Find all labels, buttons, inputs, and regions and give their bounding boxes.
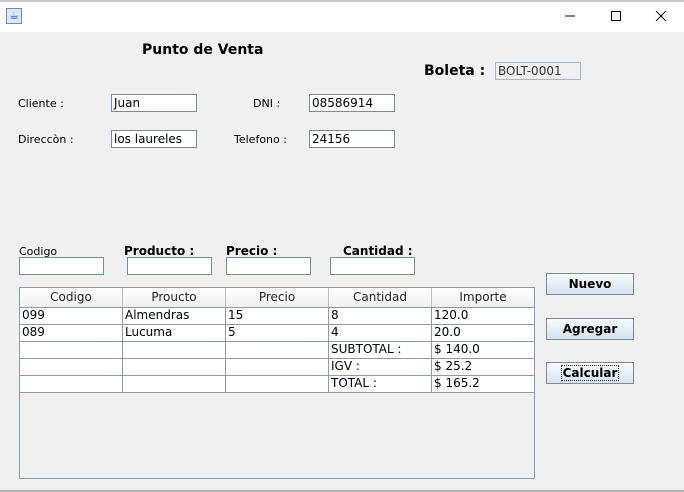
column-header-codigo[interactable]: Codigo [20,288,123,307]
calcular-button[interactable]: Calcular [546,362,634,384]
minimize-button[interactable] [547,0,593,32]
cantidad-field[interactable] [330,257,415,275]
table-cell[interactable]: 4 [329,325,432,341]
telefono-field[interactable]: 24156 [309,130,395,148]
column-header-cantidad[interactable]: Cantidad [329,288,432,307]
producto-field[interactable] [127,257,212,275]
java-app-icon: ☕ [6,8,22,24]
direccion-field[interactable]: los laureles [111,130,197,148]
table-cell[interactable] [226,376,329,392]
dni-label: DNI : [253,97,281,110]
column-header-importe[interactable]: Importe [432,288,534,307]
page-title: Punto de Venta [142,42,264,58]
close-button[interactable] [638,0,684,32]
table-cell[interactable]: $ 165.2 [432,376,534,392]
table-row[interactable]: 099 Almendras 15 8 120.0 [20,308,534,325]
boleta-label: Boleta : [424,63,486,79]
table-cell[interactable] [123,376,226,392]
table-body: 099 Almendras 15 8 120.0 089 Lucuma 5 4 … [20,308,534,393]
table-cell[interactable] [226,359,329,375]
table-cell[interactable]: IGV : [329,359,432,375]
agregar-button[interactable]: Agregar [546,318,634,340]
table-cell[interactable]: 5 [226,325,329,341]
calcular-button-label: Calcular [560,365,620,381]
close-icon [655,10,667,22]
table-cell[interactable]: 15 [226,308,329,324]
table-row[interactable]: TOTAL : $ 165.2 [20,376,534,393]
table-cell[interactable]: SUBTOTAL : [329,342,432,358]
direccion-label: Direccòn : [18,133,74,146]
table-cell[interactable]: Almendras [123,308,226,324]
table-row[interactable]: IGV : $ 25.2 [20,359,534,376]
dni-field[interactable]: 08586914 [309,94,395,112]
table-cell[interactable] [123,359,226,375]
maximize-button[interactable] [593,0,639,32]
table-cell[interactable]: 099 [20,308,123,324]
table-cell[interactable]: $ 25.2 [432,359,534,375]
nuevo-button-label: Nuevo [568,277,612,291]
table-cell[interactable]: Lucuma [123,325,226,341]
table-cell[interactable]: 120.0 [432,308,534,324]
cliente-label: Cliente : [18,97,64,110]
column-header-precio[interactable]: Precio [226,288,329,307]
table-cell[interactable] [20,376,123,392]
telefono-label: Telefono : [234,133,287,146]
column-header-producto[interactable]: Proucto [123,288,226,307]
maximize-icon [611,11,621,21]
table-cell[interactable]: $ 140.0 [432,342,534,358]
table-cell[interactable]: TOTAL : [329,376,432,392]
table-cell[interactable] [226,342,329,358]
table-cell[interactable] [20,342,123,358]
table-cell[interactable]: 20.0 [432,325,534,341]
table-row[interactable]: SUBTOTAL : $ 140.0 [20,342,534,359]
cliente-field[interactable]: Juan [111,94,197,112]
cantidad-label: Cantidad : [343,244,413,258]
table-header: Codigo Proucto Precio Cantidad Importe [20,288,534,308]
codigo-field[interactable] [19,257,104,275]
minimize-icon [565,15,575,17]
precio-label: Precio : [226,244,278,258]
nuevo-button[interactable]: Nuevo [546,273,634,295]
table-cell[interactable] [123,342,226,358]
table-cell[interactable]: 8 [329,308,432,324]
precio-field[interactable] [226,257,311,275]
content-pane: Punto de Venta Boleta : BOLT-0001 Client… [0,32,684,492]
table-row[interactable]: 089 Lucuma 5 4 20.0 [20,325,534,342]
table-cell[interactable] [20,359,123,375]
title-bar: ☕ [0,0,684,32]
boleta-field: BOLT-0001 [495,62,581,80]
agregar-button-label: Agregar [562,322,618,336]
table-cell[interactable]: 089 [20,325,123,341]
sales-table[interactable]: Codigo Proucto Precio Cantidad Importe 0… [19,287,535,479]
producto-label: Producto : [124,244,195,258]
